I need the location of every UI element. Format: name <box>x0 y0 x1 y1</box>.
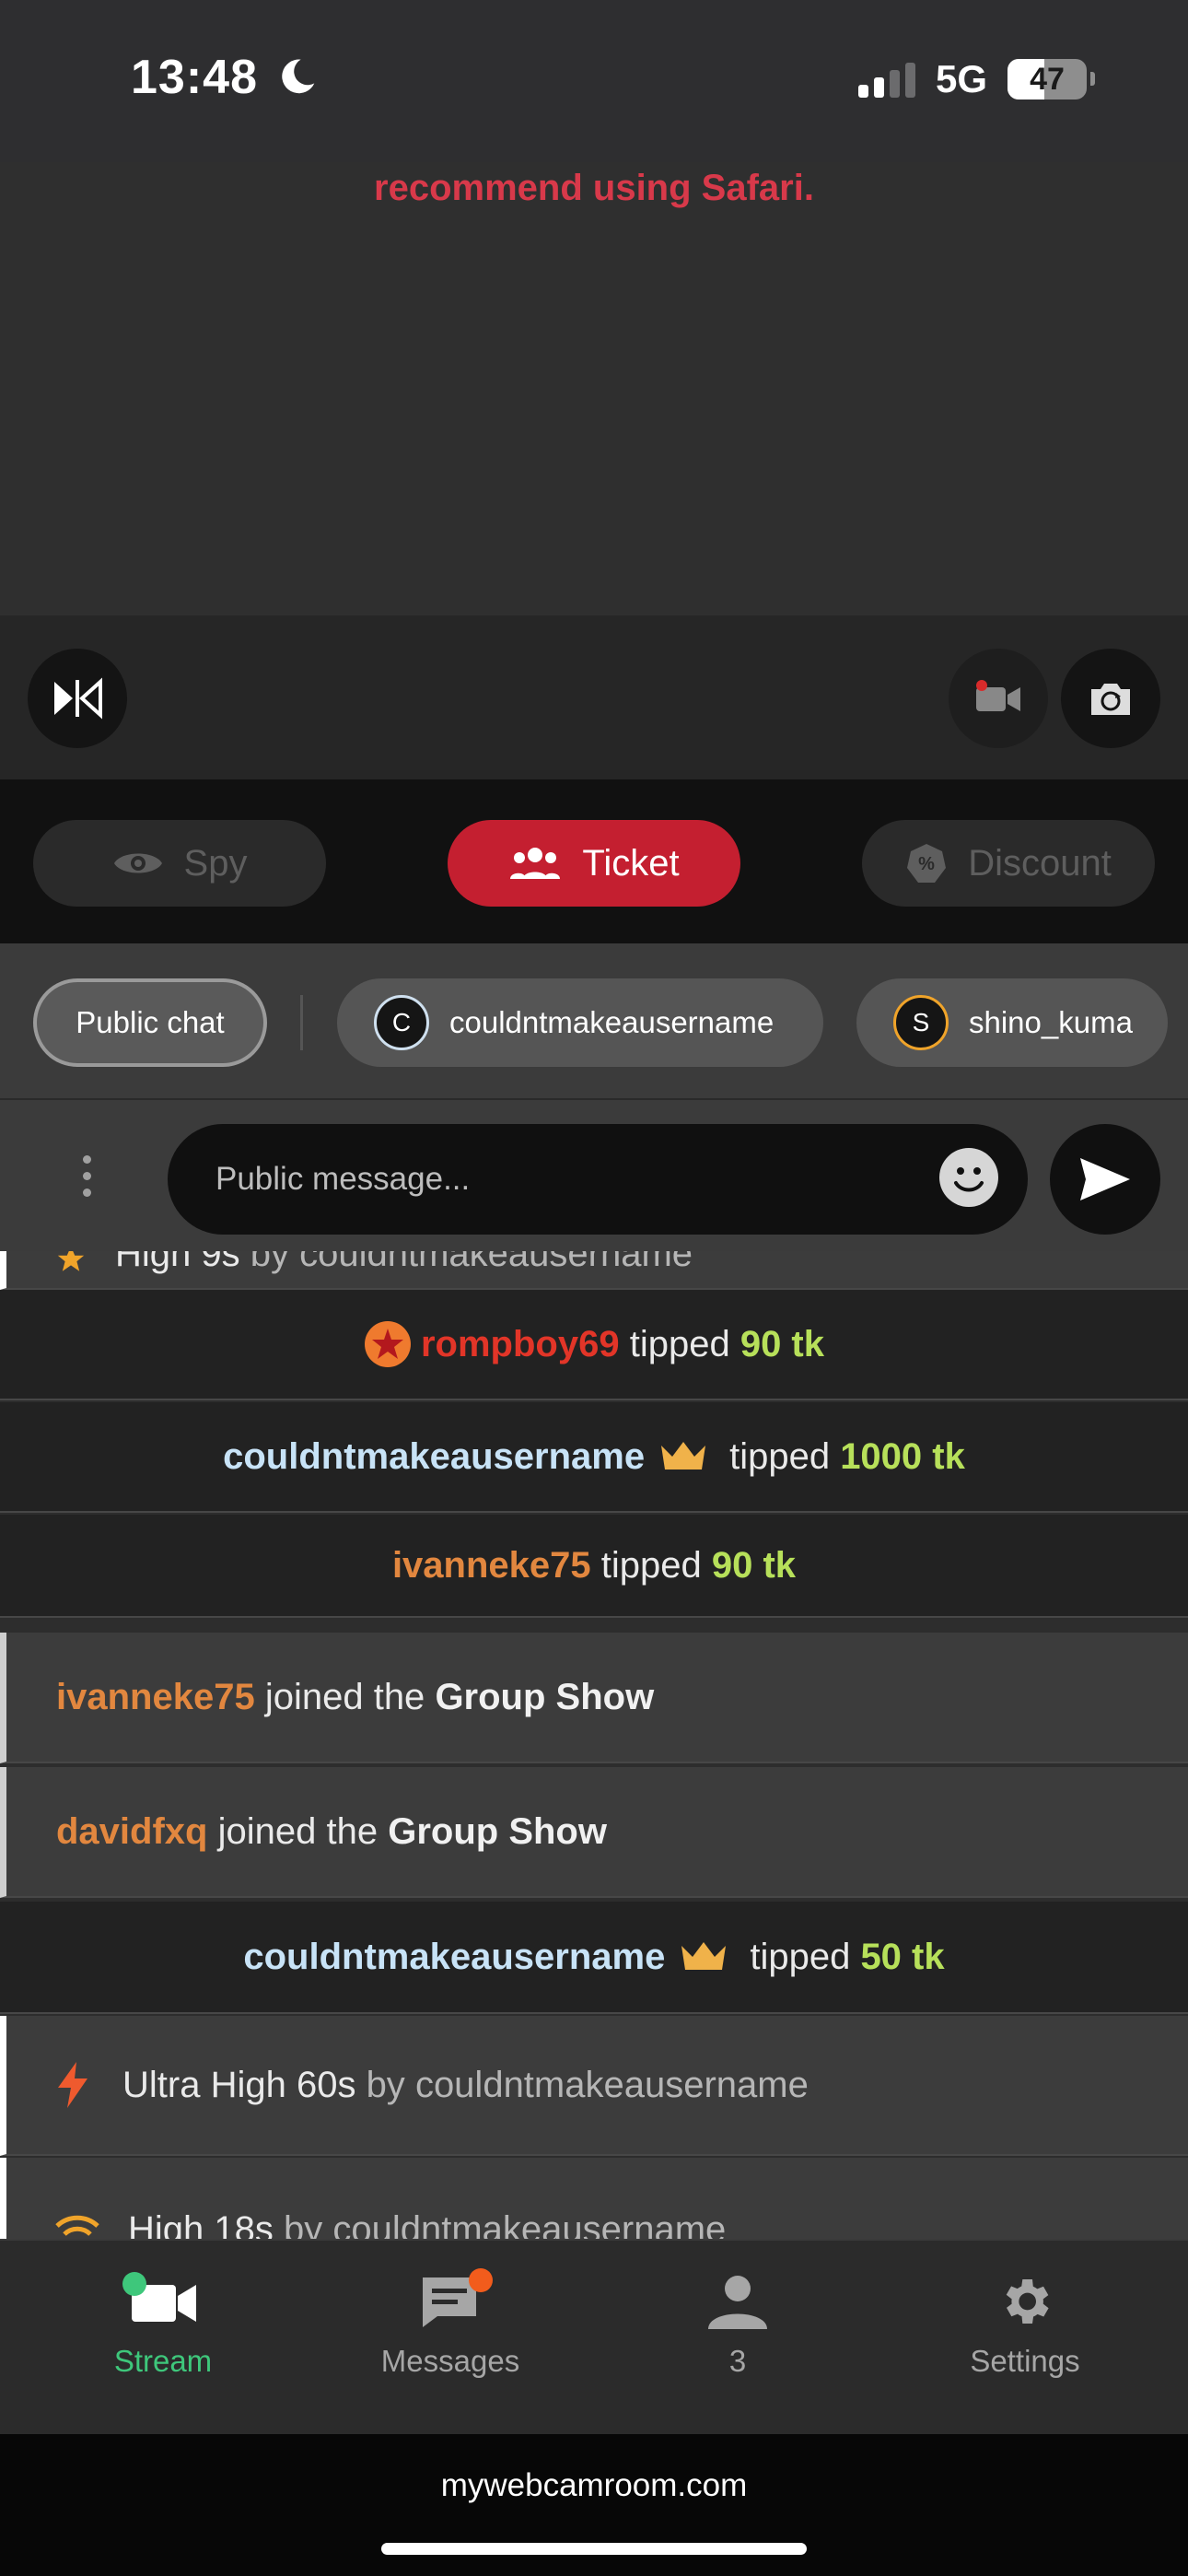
video-controls <box>0 615 1188 779</box>
discount-button[interactable]: % Discount <box>862 820 1155 907</box>
spy-label: Spy <box>183 842 248 884</box>
flip-horizontal-button[interactable] <box>28 649 127 748</box>
package-user: couldntmakeausername <box>299 1251 693 1274</box>
tab-public-chat[interactable]: Public chat <box>33 978 267 1067</box>
show-name: Group Show <box>388 1810 607 1852</box>
switch-camera-button[interactable] <box>1061 649 1160 748</box>
discount-label: Discount <box>968 842 1112 884</box>
package-title: Ultra High 60s <box>122 2064 356 2105</box>
tip-amount: 90 tk <box>711 1544 797 1586</box>
tab-label: couldntmakeausername <box>449 1005 775 1039</box>
video-area: recommend using Safari. <box>0 162 1188 615</box>
tip-user[interactable]: couldntmakeausername <box>243 1937 665 1978</box>
ticket-button[interactable]: Ticket <box>448 820 740 907</box>
package-title: High 18s <box>128 2209 274 2239</box>
live-dot <box>122 2272 146 2296</box>
package-message: Ultra High 60s by couldntmakeausername <box>0 2016 1188 2156</box>
smiley-icon <box>954 1167 984 1192</box>
nav-label: Settings <box>970 2344 1080 2378</box>
browser-url-bar: mywebcamroom.com <box>0 2434 1188 2576</box>
home-indicator <box>381 2543 807 2555</box>
tip-message: rompboy69 tipped 90 tk <box>0 1290 1188 1400</box>
tab-divider <box>300 995 303 1050</box>
avatar: C <box>374 995 429 1050</box>
spy-button[interactable]: Spy <box>33 820 326 907</box>
tip-user[interactable]: ivanneke75 <box>392 1545 591 1587</box>
network-type: 5G <box>935 57 987 100</box>
join-message: ivanneke75 joined the Group Show <box>0 1633 1188 1763</box>
nav-label: Stream <box>113 2344 213 2378</box>
clock-text: 13:48 <box>131 51 258 104</box>
url-text[interactable]: mywebcamroom.com <box>0 2467 1188 2504</box>
tab-label: shino_kuma <box>969 1005 1133 1039</box>
status-bar: 13:48 5G 47 <box>0 0 1188 162</box>
send-icon <box>1080 1158 1130 1200</box>
eye-icon <box>113 853 162 873</box>
users-group-icon <box>510 848 561 879</box>
tip-message: ivanneke75 tipped 90 tk <box>0 1515 1188 1618</box>
wifi-icon <box>55 2215 99 2236</box>
chat-tabs: Public chat C couldntmakeausername S shi… <box>0 943 1188 1100</box>
package-message: High 18s by couldntmakeausername <box>0 2158 1188 2239</box>
avatar-initial: S <box>912 1008 930 1036</box>
show-name: Group Show <box>435 1676 655 1717</box>
package-title: High 9s <box>115 1251 240 1274</box>
list-item: High 9s by couldntmakeausername <box>0 1251 1188 1290</box>
nav-users[interactable]: 3 <box>600 2272 876 2379</box>
tab-private-couldntmakeausername[interactable]: C couldntmakeausername <box>337 978 823 1067</box>
avatar-initial: C <box>391 1008 412 1036</box>
star-icon <box>57 1251 85 1271</box>
show-mode-bar: Spy Ticket % Discount <box>0 779 1188 943</box>
event-user[interactable]: ivanneke75 <box>56 1677 255 1718</box>
battery-percent: 47 <box>1030 61 1065 97</box>
send-button[interactable] <box>1050 1124 1160 1235</box>
user-icon <box>708 2276 767 2329</box>
tab-label: Public chat <box>76 1005 225 1039</box>
crown-icon <box>681 1942 727 1970</box>
package-user[interactable]: couldntmakeausername <box>415 2065 809 2106</box>
tip-message: couldntmakeausername tipped 1000 tk <box>0 1402 1188 1513</box>
message-composer <box>0 1100 1188 1251</box>
tip-amount: 50 tk <box>860 1936 945 1977</box>
gear-icon <box>1006 2279 1049 2324</box>
notification-dot <box>469 2268 493 2292</box>
discount-badge-icon: % <box>907 844 947 883</box>
browser-notice: recommend using Safari. <box>374 168 814 208</box>
battery-icon: 47 <box>1007 59 1095 100</box>
flip-horizontal-icon <box>54 677 102 720</box>
nav-settings[interactable]: Settings <box>887 2272 1163 2379</box>
tip-amount: 1000 tk <box>840 1435 965 1477</box>
svg-text:%: % <box>918 854 935 874</box>
status-time: 13:48 <box>131 50 318 105</box>
emoji-button[interactable] <box>939 1148 998 1207</box>
bottom-nav: Stream Messages 3 Settings <box>0 2239 1188 2434</box>
more-options-icon[interactable] <box>83 1155 91 1197</box>
camera-off-button[interactable] <box>949 649 1048 748</box>
tip-user[interactable]: couldntmakeausername <box>223 1436 645 1478</box>
tip-message: couldntmakeausername tipped 50 tk <box>0 1902 1188 2014</box>
ticket-label: Ticket <box>582 842 680 884</box>
star-badge-icon <box>364 1321 411 1367</box>
crown-icon <box>661 1442 706 1469</box>
tab-private-shino-kuma[interactable]: S shino_kuma <box>856 978 1168 1067</box>
package-user[interactable]: couldntmakeausername <box>332 2209 726 2239</box>
status-indicators: 5G 47 <box>857 57 1095 101</box>
camera-rotate-icon <box>1091 684 1130 715</box>
public-message-input[interactable] <box>168 1124 1028 1235</box>
join-message: davidfxq joined the Group Show <box>0 1767 1188 1898</box>
nav-messages[interactable]: Messages <box>312 2268 588 2379</box>
moon-icon <box>282 59 315 94</box>
nav-stream[interactable]: Stream <box>25 2272 301 2379</box>
avatar: S <box>893 995 949 1050</box>
viewer-count: 3 <box>728 2344 747 2378</box>
video-camera-icon <box>976 680 1020 711</box>
tip-amount: 90 tk <box>740 1323 824 1364</box>
tip-user[interactable]: rompboy69 <box>421 1324 620 1365</box>
lightning-icon <box>58 2062 87 2108</box>
cellular-signal-icon <box>857 61 915 98</box>
nav-label: Messages <box>380 2344 520 2378</box>
chat-feed: High 9s by couldntmakeausername rompboy6… <box>0 1251 1188 2239</box>
event-user[interactable]: davidfxq <box>56 1811 207 1853</box>
